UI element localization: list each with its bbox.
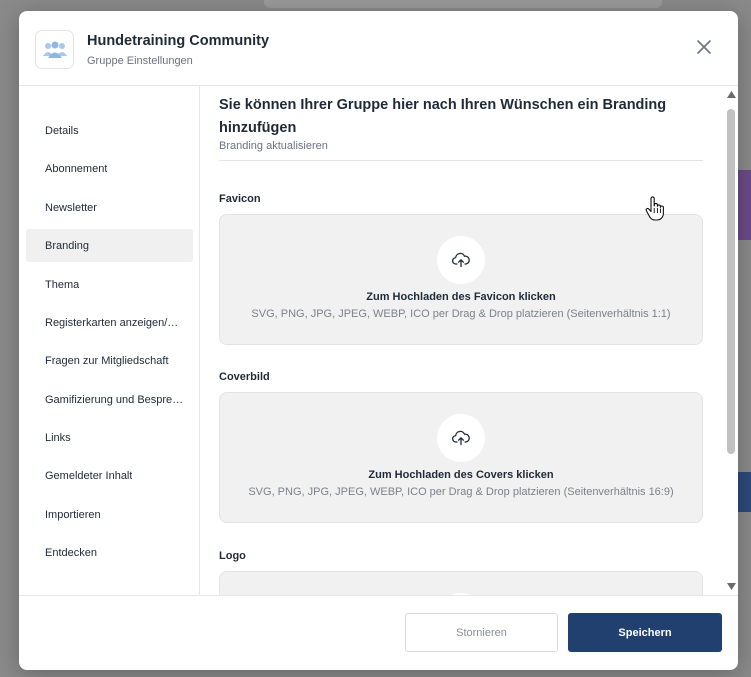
cancel-button[interactable]: Stornieren xyxy=(405,613,558,652)
sidebar-item-entdecken[interactable]: Entdecken xyxy=(26,536,193,569)
favicon-upload-dropzone[interactable]: Zum Hochladen des Favicon klicken SVG, P… xyxy=(219,214,703,345)
cloud-upload-icon xyxy=(452,430,470,446)
close-button[interactable] xyxy=(694,37,714,57)
scroll-thumb[interactable] xyxy=(727,109,735,454)
upload-title: Zum Hochladen des Covers klicken xyxy=(368,469,554,481)
content-subheading: Branding aktualisieren xyxy=(219,140,328,152)
modal-header: Hundetraining Community Gruppe Einstellu… xyxy=(19,11,738,86)
sidebar-item-gamifizierung[interactable]: Gamifizierung und Bespre… xyxy=(26,383,193,416)
settings-sidebar: Details Abonnement Newsletter Branding T… xyxy=(19,86,200,595)
close-icon xyxy=(697,40,711,54)
group-avatar xyxy=(35,30,74,69)
favicon-label: Favicon xyxy=(219,193,261,205)
sidebar-item-fragen-mitgliedschaft[interactable]: Fragen zur Mitgliedschaft xyxy=(26,344,193,377)
upload-button-circle xyxy=(437,414,485,462)
cloud-upload-icon xyxy=(452,252,470,268)
sidebar-item-thema[interactable]: Thema xyxy=(26,268,193,301)
background-search-bar xyxy=(264,0,662,8)
scroll-down-arrow[interactable] xyxy=(726,581,736,591)
content-heading: Sie können Ihrer Gruppe hier nach Ihren … xyxy=(219,97,667,136)
upload-button-circle xyxy=(437,236,485,284)
divider xyxy=(219,160,703,161)
sidebar-item-registerkarten[interactable]: Registerkarten anzeigen/… xyxy=(26,306,193,339)
sidebar-item-abonnement[interactable]: Abonnement xyxy=(26,152,193,185)
sidebar-item-newsletter[interactable]: Newsletter xyxy=(26,191,193,224)
upload-hint: SVG, PNG, JPG, JPEG, WEBP, ICO per Drag … xyxy=(248,486,674,498)
cover-upload-dropzone[interactable]: Zum Hochladen des Covers klicken SVG, PN… xyxy=(219,392,703,523)
logo-upload-dropzone[interactable] xyxy=(219,571,703,595)
sidebar-item-details[interactable]: Details xyxy=(26,114,193,147)
upload-hint: SVG, PNG, JPG, JPEG, WEBP, ICO per Drag … xyxy=(251,308,671,320)
content-scrollbar[interactable] xyxy=(724,86,738,595)
coverbild-label: Coverbild xyxy=(219,371,270,383)
modal-title: Hundetraining Community xyxy=(87,33,270,49)
background-banner xyxy=(738,170,751,240)
sidebar-item-gemeldeter-inhalt[interactable]: Gemeldeter Inhalt xyxy=(26,459,193,492)
triangle-up-icon xyxy=(726,90,736,98)
group-people-icon xyxy=(42,41,67,58)
logo-label: Logo xyxy=(219,550,246,562)
group-settings-modal: Hundetraining Community Gruppe Einstellu… xyxy=(19,11,738,670)
sidebar-item-importieren[interactable]: Importieren xyxy=(26,498,193,531)
branding-content: Sie können Ihrer Gruppe hier nach Ihren … xyxy=(200,86,738,595)
sidebar-item-links[interactable]: Links xyxy=(26,421,193,454)
modal-subtitle: Gruppe Einstellungen xyxy=(87,55,193,67)
background-button xyxy=(738,472,751,512)
upload-title: Zum Hochladen des Favicon klicken xyxy=(366,291,556,303)
triangle-down-icon xyxy=(726,582,736,590)
save-button[interactable]: Speichern xyxy=(568,613,722,652)
sidebar-item-branding[interactable]: Branding xyxy=(26,229,193,262)
scroll-up-arrow[interactable] xyxy=(726,89,736,99)
modal-footer: Stornieren Speichern xyxy=(19,595,738,670)
